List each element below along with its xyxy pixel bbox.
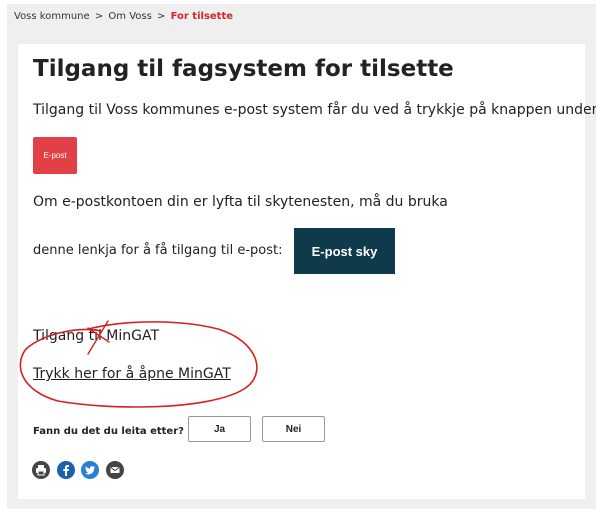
- mingat-heading: Tilgang til MinGAT: [33, 328, 160, 344]
- epost-sky-button[interactable]: E-post sky: [294, 228, 395, 274]
- cloud-text-2: denne lenkja for å få tilgang til e-post…: [33, 243, 283, 258]
- feedback-question: Fann du det du leita etter?: [33, 426, 184, 437]
- content-card: Tilgang til fagsystem for tilsette Tilga…: [18, 44, 596, 499]
- breadcrumb-current: For tilsette: [170, 11, 234, 22]
- twitter-icon[interactable]: [81, 461, 99, 479]
- feedback-yes-button[interactable]: Ja: [188, 416, 251, 442]
- intro-text: Tilgang til Voss kommunes e-post system …: [33, 102, 596, 118]
- page-title: Tilgang til fagsystem for tilsette: [33, 56, 454, 82]
- breadcrumb: Voss kommune > Om Voss > For tilsette: [14, 11, 233, 22]
- breadcrumb-item-voss-kommune[interactable]: Voss kommune: [14, 11, 90, 22]
- breadcrumb-item-om-voss[interactable]: Om Voss: [108, 11, 151, 22]
- mingat-link[interactable]: Trykk her for å åpne MinGAT: [33, 366, 231, 382]
- epost-button[interactable]: E-post: [33, 137, 77, 174]
- cloud-text-1: Om e-postkontoen din er lyfta til skyten…: [33, 194, 448, 210]
- facebook-icon[interactable]: [57, 461, 75, 479]
- feedback-no-button[interactable]: Nei: [262, 416, 325, 442]
- breadcrumb-separator: >: [157, 11, 166, 22]
- breadcrumb-separator: >: [94, 11, 104, 22]
- print-icon[interactable]: [32, 461, 50, 479]
- email-icon[interactable]: [106, 461, 124, 479]
